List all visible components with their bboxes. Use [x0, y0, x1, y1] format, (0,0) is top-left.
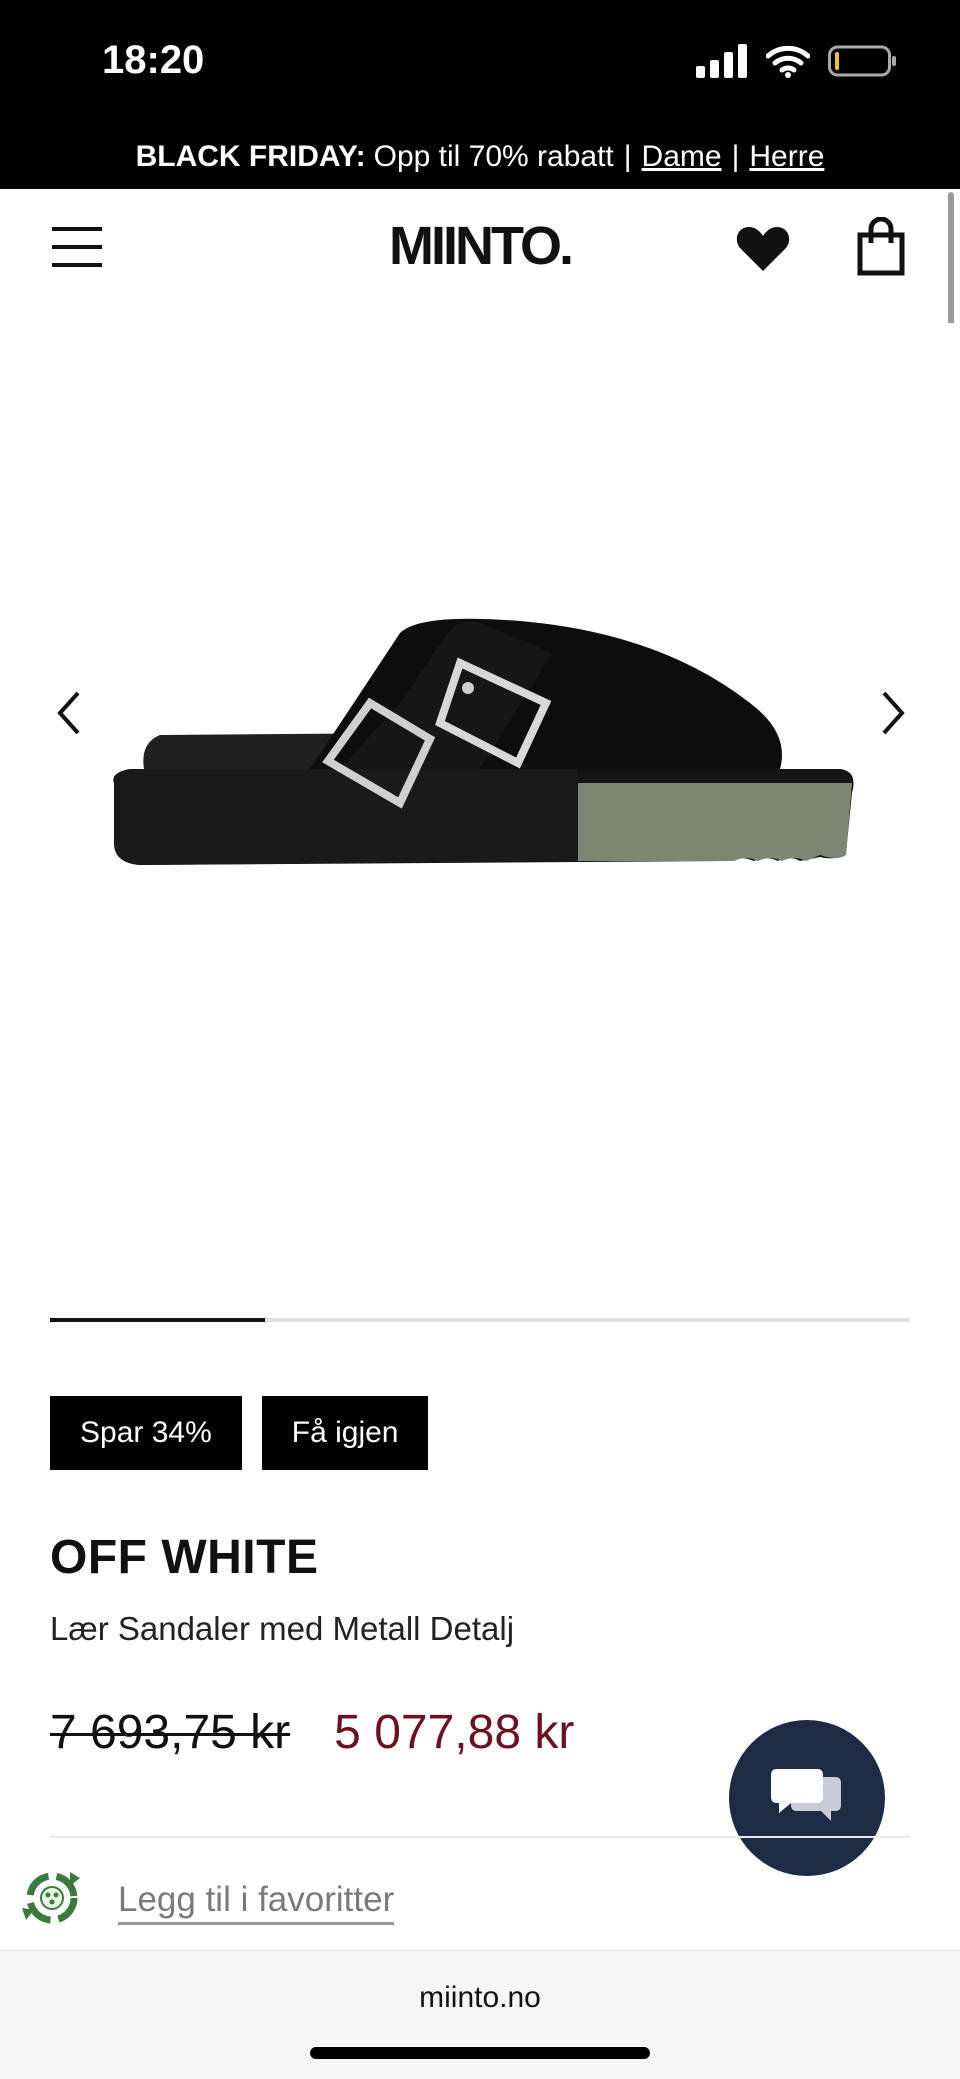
chevron-right-icon: [882, 691, 905, 735]
eco-recycle-icon: [22, 1872, 80, 1924]
gallery-progress-fill: [50, 1318, 265, 1322]
wifi-icon: [766, 45, 810, 78]
product-image: [113, 618, 854, 865]
product-gallery[interactable]: [0, 323, 960, 1283]
bag-icon: [857, 216, 905, 276]
cart-button[interactable]: [856, 216, 906, 277]
product-prices: 7 693,75 kr 5 077,88 kr: [50, 1705, 574, 1760]
home-indicator: [310, 2047, 650, 2059]
product-name: Lær Sandaler med Metall Detalj: [50, 1610, 515, 1647]
banner-link-herre[interactable]: Herre: [749, 140, 824, 174]
product-badges: Spar 34% Få igjen: [50, 1396, 429, 1470]
banner-separator: |: [623, 140, 632, 173]
gallery-progress: [50, 1318, 910, 1322]
status-icons: [696, 44, 898, 78]
status-bar: 18:20: [0, 0, 960, 125]
product-brand[interactable]: OFF WHITE: [50, 1530, 318, 1585]
favorite-row: Legg til i favoritter: [18, 1862, 918, 1942]
banner-text: Opp til 70% rabatt: [373, 140, 614, 173]
gallery-prev-button[interactable]: [50, 683, 90, 743]
banner-separator: |: [731, 140, 740, 173]
banner-label: BLACK FRIDAY:: [135, 140, 366, 173]
banner-link-dame[interactable]: Dame: [642, 140, 722, 174]
sale-price: 5 077,88 kr: [334, 1706, 575, 1759]
cashback-badge: Få igjen: [261, 1396, 429, 1470]
battery-icon: [828, 45, 896, 77]
add-to-favorites-link[interactable]: Legg til i favoritter: [118, 1880, 395, 1925]
chat-button[interactable]: [729, 1720, 885, 1876]
site-header: MIINTO.: [0, 189, 960, 324]
browser-address-bar: miinto.no: [0, 1950, 960, 2079]
section-divider: [50, 1836, 910, 1838]
heart-icon: [736, 227, 790, 271]
chat-icon: [771, 1769, 841, 1821]
discount-badge: Spar 34%: [50, 1396, 242, 1470]
site-logo[interactable]: MIINTO.: [0, 215, 960, 277]
original-price: 7 693,75 kr: [50, 1706, 291, 1759]
promo-banner: BLACK FRIDAY: Opp til 70% rabatt | Dame …: [0, 125, 960, 189]
browser-url[interactable]: miinto.no: [0, 1981, 960, 2015]
status-time: 18:20: [102, 38, 205, 82]
chevron-left-icon: [57, 691, 80, 735]
signal-icon: [696, 44, 747, 78]
wishlist-button[interactable]: [734, 219, 792, 277]
gallery-next-button[interactable]: [872, 683, 912, 743]
